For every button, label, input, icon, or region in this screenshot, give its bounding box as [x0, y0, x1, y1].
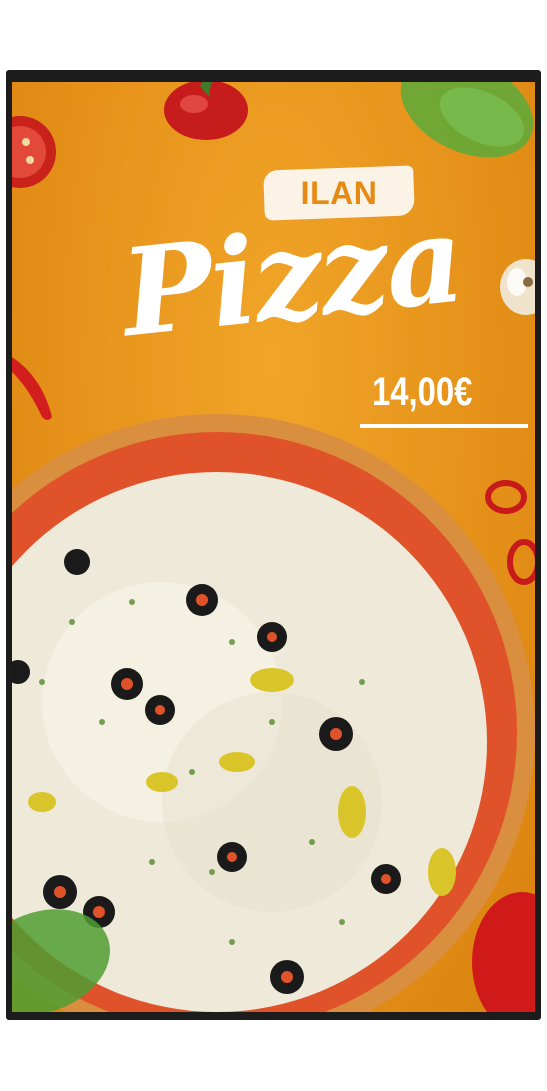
price-label: 14,00€ [372, 370, 473, 414]
basil-leaf-icon [400, 82, 534, 158]
chili-pepper-icon [485, 480, 535, 585]
bell-pepper-icon [164, 82, 248, 140]
price-block: 14,00€ [360, 362, 530, 432]
tomato-slice-icon [12, 116, 56, 188]
garlic-icon [500, 259, 535, 315]
bell-pepper-icon [472, 892, 535, 1012]
chili-pepper-icon [12, 357, 52, 420]
price-underline [360, 424, 528, 428]
poster-screen: ILAN Pizza 14,00€ [12, 82, 535, 1012]
